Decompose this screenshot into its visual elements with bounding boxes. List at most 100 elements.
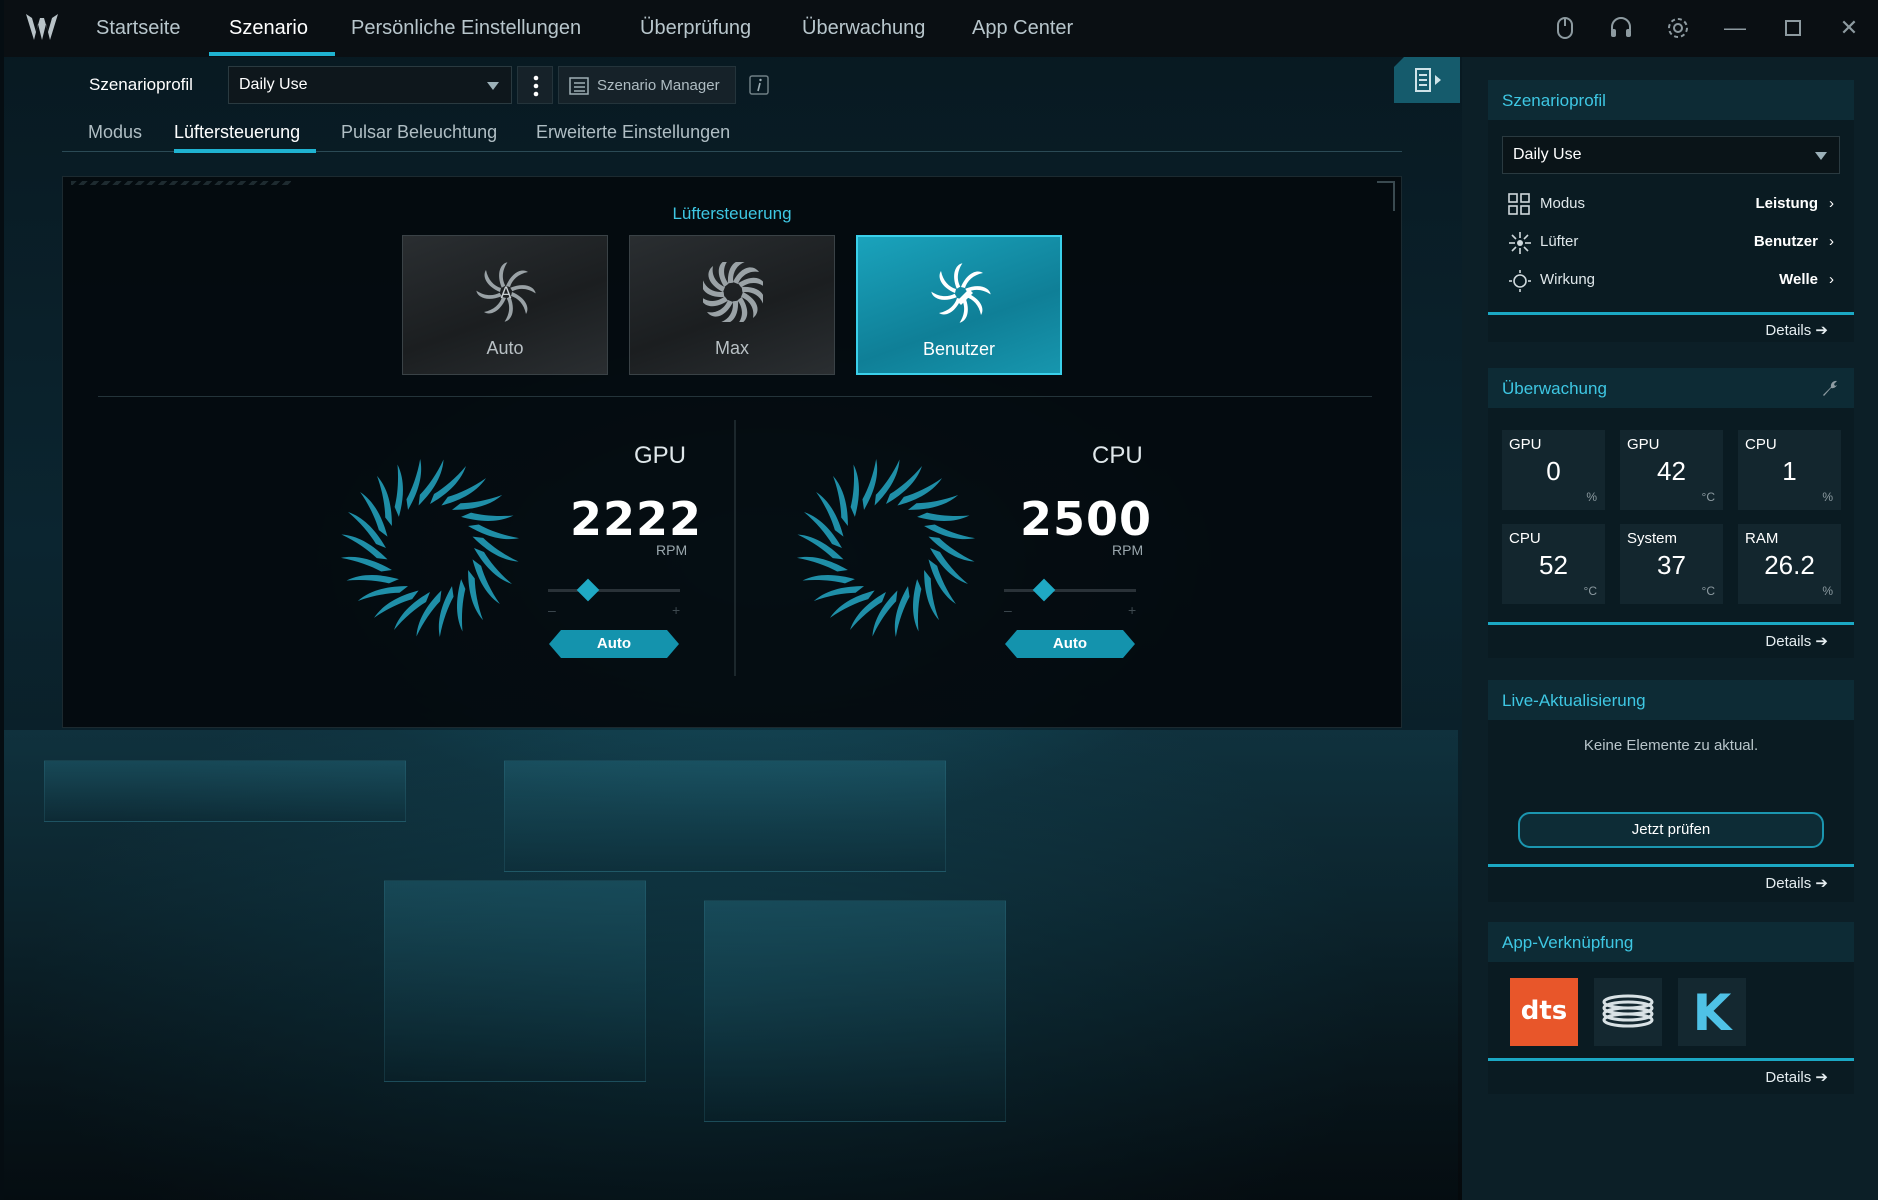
wrench-icon[interactable] [1820,378,1840,398]
list-icon [569,77,589,95]
card-header: Überwachung [1488,368,1854,408]
nitrosense-app-icon[interactable] [1594,978,1662,1046]
details-bar [1488,312,1854,315]
monitor-tile-cpu-temp: CPU 52 °C [1502,524,1605,604]
tile-value: 52 [1539,550,1568,580]
gpu-fan-title: GPU [634,442,687,469]
app-window: Startseite Szenario Persönliche Einstell… [4,0,1878,1200]
tab-erweiterte-einstellungen[interactable]: Erweiterte Einstellungen [536,122,730,143]
nav-startseite[interactable]: Startseite [96,17,180,40]
minimize-icon[interactable]: — [1722,15,1748,41]
fan-control-title: Lüftersteuerung [672,204,792,223]
gpu-fan-slider-track[interactable] [548,589,680,592]
details-label: Details [1765,633,1812,650]
tab-pulsar-beleuchtung[interactable]: Pulsar Beleuchtung [341,122,497,143]
sidebar-profile-select[interactable]: Daily Use [1502,136,1840,174]
tile-value: 37 [1657,550,1686,580]
nav-app-center[interactable]: App Center [972,17,1073,40]
close-icon[interactable]: ✕ [1836,15,1862,41]
nav-szenario[interactable]: Szenario [229,17,308,40]
arrow-right-icon: ➔ [1815,322,1828,339]
cpu-fan-graphic [796,458,976,638]
cpu-fan-slider-track[interactable] [1004,589,1136,592]
card-header: Szenarioprofil [1488,80,1854,120]
live-update-message: Keine Elemente zu aktual. [1583,737,1759,754]
fan-mode-max-button[interactable]: Max [629,235,835,375]
profile-row-luefter-value[interactable]: Benutzer [1754,233,1818,250]
tile-value: 1 [1782,456,1797,486]
cpu-fan-title: CPU [1092,442,1143,469]
details-label: Details [1765,1069,1812,1086]
sun-icon [1509,270,1531,292]
fan-mode-benutzer-button[interactable]: Benutzer [856,235,1062,375]
tile-unit: % [1822,490,1833,504]
panel-decoration [71,181,291,185]
gpu-fan-auto-button[interactable]: Auto [549,630,679,658]
grid-icon [1508,193,1530,215]
info-icon[interactable] [748,74,770,96]
chevron-right-icon[interactable]: › [1829,271,1834,288]
nav-ueberwachung[interactable]: Überwachung [802,17,925,40]
k-app-icon[interactable]: K [1678,978,1746,1046]
nav-persoenliche-einstellungen[interactable]: Persönliche Einstellungen [351,17,581,40]
sidebar-toggle-icon [1415,68,1441,92]
mouse-icon[interactable] [1552,15,1578,41]
chevron-right-icon[interactable]: › [1829,233,1834,250]
dts-app-label: dts [1520,996,1568,1026]
profile-row-modus-value[interactable]: Leistung [1756,195,1819,212]
gpu-fan-rpm-unit: RPM [656,542,688,558]
gear-icon[interactable] [1665,15,1691,41]
gpu-fan-rpm: 2222 [570,492,703,546]
live-update-details-link[interactable]: Details ➔ [1765,874,1828,892]
tile-label: System [1627,530,1678,547]
live-update-card: Live-Aktualisierung Keine Elemente zu ak… [1488,680,1854,902]
details-bar [1488,622,1854,625]
maximize-icon[interactable] [1780,15,1806,41]
more-options-button[interactable] [517,66,553,104]
cpu-fan-minus[interactable]: – [1004,602,1012,618]
chevron-right-icon[interactable]: › [1829,195,1834,212]
monitoring-details-link[interactable]: Details ➔ [1765,632,1828,650]
details-label: Details [1765,875,1812,892]
fan-mode-benutzer-label: Benutzer [922,339,996,359]
details-bar [1488,1058,1854,1061]
tab-lueftersteuerung[interactable]: Lüftersteuerung [174,122,300,143]
svg-text:A: A [501,283,512,302]
details-label: Details [1765,322,1812,339]
fan-custom-icon [931,263,991,323]
monitor-tile-system-temp: System 37 °C [1620,524,1723,604]
tab-modus[interactable]: Modus [88,122,142,143]
card-header: Live-Aktualisierung [1488,680,1854,720]
headset-icon[interactable] [1608,15,1634,41]
tile-unit: % [1822,584,1833,598]
tile-value: 0 [1546,456,1561,486]
profile-row-wirkung-value[interactable]: Welle [1779,271,1818,288]
card-header: App-Verknüpfung [1488,922,1854,962]
tile-unit: % [1586,490,1597,504]
cpu-fan-auto-button[interactable]: Auto [1005,630,1135,658]
profile-row-wirkung-label: Wirkung [1540,271,1596,288]
tile-unit: °C [1701,490,1715,504]
gpu-fan-minus[interactable]: – [548,602,556,618]
cpu-fan-rpm: 2500 [1020,492,1153,546]
fans-divider [734,420,736,676]
fan-mode-auto-button[interactable]: A Auto [402,235,608,375]
scenario-profile-label: Szenarioprofil [89,75,193,94]
top-nav-bar: Startseite Szenario Persönliche Einstell… [4,0,1878,57]
gpu-fan-plus[interactable]: + [672,602,680,618]
scenario-profile-card-title: Szenarioprofil [1502,91,1606,110]
scenario-profile-select[interactable]: Daily Use [228,66,512,104]
scenario-profile-value: Daily Use [239,76,308,93]
sidebar-toggle-button[interactable] [1394,57,1460,103]
background-block [504,760,946,872]
dts-app-icon[interactable]: dts [1510,978,1578,1046]
cpu-fan-plus[interactable]: + [1128,602,1136,618]
scenario-profile-details-link[interactable]: Details ➔ [1765,321,1828,339]
app-shortcuts-details-link[interactable]: Details ➔ [1765,1068,1828,1086]
fan-max-icon [703,262,763,322]
check-now-button[interactable]: Jetzt prüfen [1518,812,1824,848]
nav-ueberpruefung[interactable]: Überprüfung [640,17,751,40]
tile-value: 42 [1657,456,1686,486]
live-update-card-title: Live-Aktualisierung [1502,691,1646,710]
scenario-manager-button[interactable]: Szenario Manager [558,66,736,104]
